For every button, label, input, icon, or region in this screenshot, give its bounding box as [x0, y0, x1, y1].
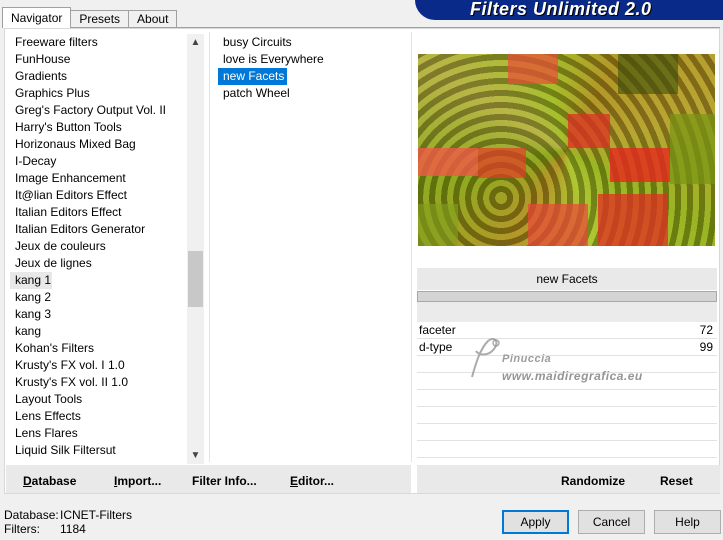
category-item[interactable]: It@lian Editors Effect	[10, 187, 186, 204]
tab-navigator[interactable]: Navigator	[2, 7, 72, 28]
param-row-d-type[interactable]: d-type 99	[417, 339, 717, 356]
tab-presets[interactable]: Presets	[70, 10, 130, 28]
filter-item[interactable]: patch Wheel	[218, 85, 293, 102]
category-item[interactable]: kang 1	[10, 272, 52, 289]
category-item[interactable]: Jeux de couleurs	[10, 238, 186, 255]
param-row-empty	[417, 373, 717, 390]
parameter-list: faceter 72 d-type 99	[417, 322, 717, 475]
param-label: d-type	[419, 340, 453, 354]
list-separator	[209, 32, 210, 462]
category-item[interactable]: Italian Editors Generator	[10, 221, 186, 238]
filter-item[interactable]: busy Circuits	[218, 34, 295, 51]
filter-name-label: new Facets	[417, 268, 717, 290]
category-item[interactable]: Krusty's FX vol. II 1.0	[10, 374, 186, 391]
filter-item[interactable]: love is Everywhere	[218, 51, 327, 68]
category-item[interactable]: Kohan's Filters	[10, 340, 186, 357]
param-row-faceter[interactable]: faceter 72	[417, 322, 717, 339]
param-row-empty	[417, 424, 717, 441]
param-row-empty	[417, 356, 717, 373]
scroll-thumb[interactable]	[188, 251, 203, 307]
navigator-action-bar: Database Import... Filter Info... Editor…	[6, 465, 411, 493]
param-row-empty	[417, 407, 717, 424]
scroll-up-icon[interactable]: ▲	[187, 34, 204, 51]
tab-bar: Navigator Presets About	[2, 7, 178, 28]
progress-bar	[417, 291, 717, 302]
category-item[interactable]: Krusty's FX vol. I 1.0	[10, 357, 186, 374]
category-item[interactable]: kang	[10, 323, 186, 340]
category-item[interactable]: Harry's Button Tools	[10, 119, 186, 136]
database-label: Database:	[4, 508, 59, 522]
category-item[interactable]: Image Enhancement	[10, 170, 186, 187]
filters-count-label: Filters:	[4, 522, 40, 536]
category-item[interactable]: Layout Tools	[10, 391, 186, 408]
database-button[interactable]: Database	[23, 474, 76, 488]
category-item[interactable]: I-Decay	[10, 153, 186, 170]
category-item[interactable]: Lens Flares	[10, 425, 186, 442]
category-item[interactable]: Gradients	[10, 68, 186, 85]
param-label: faceter	[419, 323, 456, 337]
randomize-button[interactable]: Randomize	[561, 474, 625, 488]
category-scrollbar[interactable]: ▲ ▼	[187, 34, 204, 464]
help-button[interactable]: Help	[654, 510, 721, 534]
scroll-down-icon[interactable]: ▼	[187, 447, 204, 464]
filter-item[interactable]: new Facets	[218, 68, 288, 85]
tab-about[interactable]: About	[128, 10, 178, 28]
editor-button[interactable]: Editor...	[290, 474, 334, 488]
filter-info-button[interactable]: Filter Info...	[192, 474, 257, 488]
app-title: Filters Unlimited 2.0	[470, 0, 652, 19]
category-item[interactable]: Graphics Plus	[10, 85, 186, 102]
category-item[interactable]: FunHouse	[10, 51, 186, 68]
import-button[interactable]: Import...	[114, 474, 161, 488]
list-separator	[411, 32, 412, 462]
param-value: 72	[699, 323, 713, 337]
category-item[interactable]: Lens Effects	[10, 408, 186, 425]
category-item[interactable]: Horizonaus Mixed Bag	[10, 136, 186, 153]
category-item[interactable]: Freeware filters	[10, 34, 186, 51]
category-item[interactable]: Jeux de lignes	[10, 255, 186, 272]
apply-button[interactable]: Apply	[502, 510, 569, 534]
category-item[interactable]: Greg's Factory Output Vol. II	[10, 102, 186, 119]
progress-spacer	[417, 302, 717, 322]
status-area: Database: ICNET-Filters Filters: 1184	[4, 508, 132, 536]
database-value: ICNET-Filters	[60, 508, 132, 522]
filter-preview-image	[418, 54, 715, 246]
category-list[interactable]: Freeware filters FunHouse Gradients Graphic…	[10, 34, 186, 464]
filter-list[interactable]: busy Circuits love is Everywhere new Facet…	[218, 34, 403, 102]
category-item[interactable]: kang 3	[10, 306, 186, 323]
category-item[interactable]: Liquid Silk Filtersut	[10, 442, 186, 459]
param-value: 99	[699, 340, 713, 354]
category-item[interactable]: Italian Editors Effect	[10, 204, 186, 221]
parameter-action-bar: Randomize Reset	[417, 465, 720, 493]
reset-button[interactable]: Reset	[660, 474, 693, 488]
cancel-button[interactable]: Cancel	[578, 510, 645, 534]
param-row-empty	[417, 441, 717, 458]
category-item[interactable]: kang 2	[10, 289, 186, 306]
filters-count-value: 1184	[60, 522, 86, 536]
param-row-empty	[417, 390, 717, 407]
